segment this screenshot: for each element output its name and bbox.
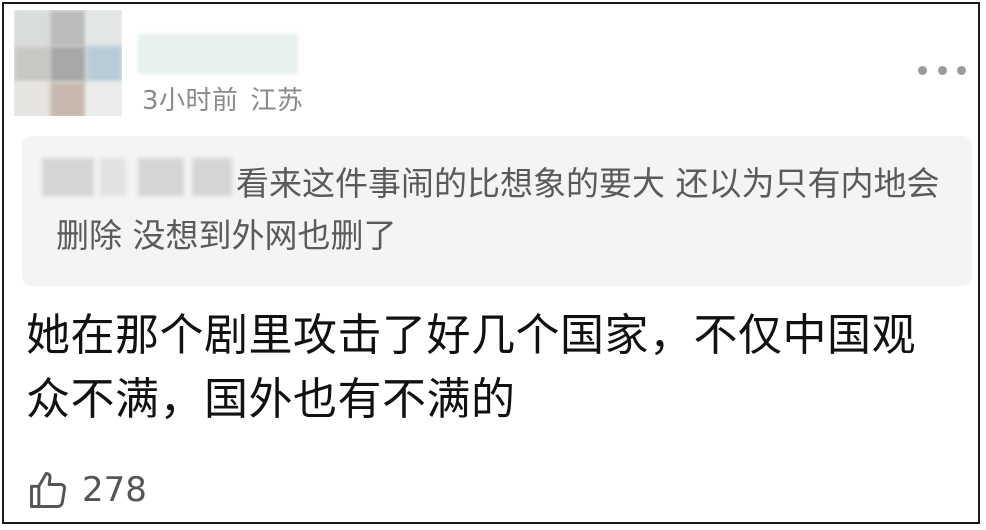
thumbs-up-icon — [30, 472, 66, 508]
more-dots-icon — [937, 65, 947, 75]
comment-meta: 3小时前 江苏 — [142, 80, 304, 117]
like-button[interactable]: 278 — [26, 466, 147, 514]
quoted-reply[interactable]: 看来这件事闹的比想象的要大 还以为只有内地会删除 没想到外网也删了 — [22, 136, 972, 286]
like-count: 278 — [82, 470, 147, 510]
more-dots-icon — [918, 65, 927, 75]
comment-body: 她在那个剧里攻击了好几个国家，不仅中国观众不满，国外也有不满的 — [26, 310, 916, 425]
avatar[interactable] — [14, 10, 122, 116]
comment-location: 江苏 — [250, 86, 304, 116]
comment-time: 3小时前 — [142, 86, 239, 116]
username-redacted[interactable] — [138, 34, 298, 74]
quoted-text: 看来这件事闹的比想象的要大 还以为只有内地会删除 没想到外网也删了 — [56, 164, 940, 255]
more-options-button[interactable] — [918, 58, 966, 82]
more-dots-icon — [957, 65, 966, 75]
comment-card: 3小时前 江苏 看来这件事闹的比想象的要大 还以为只有内地会删除 没想到外网也删了… — [2, 2, 980, 524]
